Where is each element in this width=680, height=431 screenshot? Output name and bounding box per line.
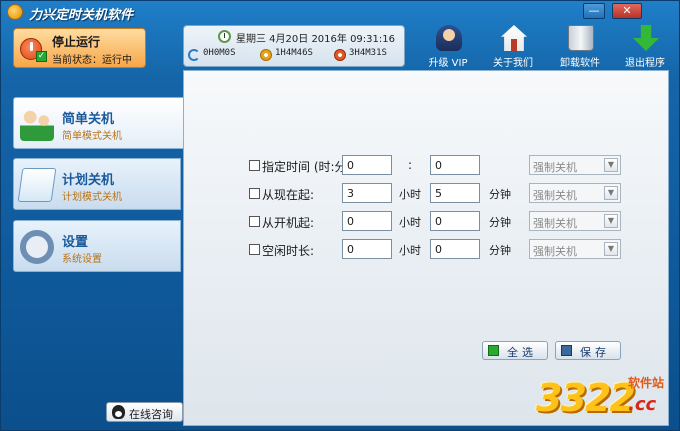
- minutes-unit: 分钟: [489, 216, 511, 229]
- watermark-text: 软件站: [628, 376, 665, 390]
- close-button[interactable]: ✕: [612, 3, 642, 19]
- stop-running-button[interactable]: ✓ 停止运行 当前状态：运行中: [13, 28, 146, 68]
- users-icon: [20, 107, 54, 141]
- exit-program-label: 退出程序: [625, 58, 665, 69]
- nav-title: 设置: [62, 235, 89, 250]
- uninstall-label: 卸载软件: [560, 58, 600, 69]
- hours-unit: 小时: [399, 216, 421, 229]
- watermark-digits: 3322: [536, 376, 636, 420]
- specified-time-row: 指定时间 (时:分): : 强制关机 ▼: [184, 155, 670, 175]
- about-us-label: 关于我们: [493, 58, 533, 69]
- app-title: 力兴定时关机软件: [29, 8, 134, 23]
- select-value: 强制关机: [533, 217, 577, 230]
- about-us-button[interactable]: 关于我们: [485, 25, 541, 69]
- recycle-bin-icon: [568, 25, 594, 51]
- time-separator: :: [408, 158, 413, 172]
- gear-icon: [20, 230, 54, 264]
- hours-unit: 小时: [399, 188, 421, 201]
- nav-subtitle: 计划模式关机: [62, 192, 122, 203]
- check-icon: ✓: [36, 51, 47, 62]
- exit-arrow-icon: [633, 25, 659, 51]
- info-panel: 星期三 4月20日 2016年 09:31:16 0H0M0S 1H4M46S …: [183, 25, 405, 67]
- upgrade-vip-button[interactable]: 升级 VIP: [420, 25, 476, 69]
- from-now-row: 从现在起: 小时 分钟 强制关机 ▼: [184, 183, 670, 203]
- hour-input[interactable]: [342, 155, 392, 175]
- nav-subtitle: 系统设置: [62, 254, 102, 265]
- chevron-down-icon[interactable]: ▼: [604, 214, 618, 228]
- idle-time: 0H0M0S: [203, 48, 236, 58]
- app-window: 力兴定时关机软件 — ✕ ✓ 停止运行 当前状态：运行中 星期三 4月20日 2…: [0, 0, 680, 431]
- floppy-disk-icon: [561, 345, 572, 356]
- nav-subtitle: 简单模式关机: [62, 131, 122, 142]
- shutdown-mode-select[interactable]: 强制关机 ▼: [529, 211, 621, 231]
- row-label: 从开机起:: [262, 216, 315, 230]
- vip-user-icon: [436, 25, 462, 51]
- shutdown-mode-select[interactable]: 强制关机 ▼: [529, 155, 621, 175]
- watermark-domain: .cc: [628, 394, 657, 415]
- save-button[interactable]: 保存: [555, 341, 621, 360]
- chevron-down-icon[interactable]: ▼: [604, 242, 618, 256]
- from-now-checkbox[interactable]: [249, 188, 260, 199]
- save-label: 保存: [580, 346, 610, 359]
- hours-unit: 小时: [399, 244, 421, 257]
- online-consult-button[interactable]: 在线咨询: [106, 402, 183, 422]
- select-value: 强制关机: [533, 245, 577, 258]
- online-consult-label: 在线咨询: [129, 408, 173, 421]
- nav-title: 计划关机: [62, 173, 115, 188]
- stop-running-label: 停止运行: [52, 35, 101, 49]
- uptime: 1H4M46S: [275, 48, 313, 58]
- title-bar: 力兴定时关机软件 — ✕: [1, 1, 680, 23]
- hours-input[interactable]: [342, 239, 392, 259]
- shutdown-mode-select[interactable]: 强制关机 ▼: [529, 239, 621, 259]
- select-all-label: 全选: [507, 346, 537, 359]
- home-icon: [501, 25, 527, 51]
- hours-input[interactable]: [342, 211, 392, 231]
- qq-penguin-icon: [112, 405, 125, 419]
- select-all-button[interactable]: 全选: [482, 341, 548, 360]
- watermark-logo: 3322 软件站 .cc: [536, 370, 671, 426]
- idle-duration-row: 空闲时长: 小时 分钟 强制关机 ▼: [184, 239, 670, 259]
- nav-title: 简单关机: [62, 112, 115, 127]
- uninstall-button[interactable]: 卸载软件: [552, 25, 608, 69]
- chevron-down-icon[interactable]: ▼: [604, 158, 618, 172]
- minutes-unit: 分钟: [489, 244, 511, 257]
- minutes-unit: 分钟: [489, 188, 511, 201]
- nav-settings[interactable]: 设置 系统设置: [13, 220, 181, 272]
- current-status: 当前状态：运行中: [52, 55, 132, 66]
- shutdown-mode-select[interactable]: 强制关机 ▼: [529, 183, 621, 203]
- select-value: 强制关机: [533, 161, 577, 174]
- exit-program-button[interactable]: 退出程序: [617, 25, 673, 69]
- minimize-button[interactable]: —: [583, 3, 605, 19]
- minutes-input[interactable]: [430, 239, 480, 259]
- idle-duration-checkbox[interactable]: [249, 244, 260, 255]
- select-value: 强制关机: [533, 189, 577, 202]
- chevron-down-icon[interactable]: ▼: [604, 186, 618, 200]
- minutes-input[interactable]: [430, 211, 480, 231]
- nav-simple-shutdown[interactable]: 简单关机 简单模式关机: [13, 97, 184, 149]
- hours-input[interactable]: [342, 183, 392, 203]
- calendar-icon: [17, 168, 57, 202]
- upgrade-vip-label: 升级 VIP: [428, 58, 468, 69]
- nav-scheduled-shutdown[interactable]: 计划关机 计划模式关机: [13, 158, 181, 210]
- check-icon: [488, 345, 499, 356]
- current-datetime: 星期三 4月20日 2016年 09:31:16: [236, 34, 395, 45]
- clock-icon: [218, 30, 231, 43]
- shutdown-countdown: 3H4M31S: [349, 48, 387, 58]
- row-label: 从现在起:: [262, 188, 315, 202]
- app-logo-icon: [7, 4, 23, 20]
- minutes-input[interactable]: [430, 183, 480, 203]
- row-label: 空闲时长:: [262, 244, 315, 258]
- from-boot-checkbox[interactable]: [249, 216, 260, 227]
- sleep-moon-icon: [188, 49, 200, 61]
- minute-input[interactable]: [430, 155, 480, 175]
- from-boot-row: 从开机起: 小时 分钟 强制关机 ▼: [184, 211, 670, 231]
- runtime-gear-icon: [260, 49, 272, 61]
- specified-time-checkbox[interactable]: [249, 160, 260, 171]
- shutdown-power-icon: [334, 49, 346, 61]
